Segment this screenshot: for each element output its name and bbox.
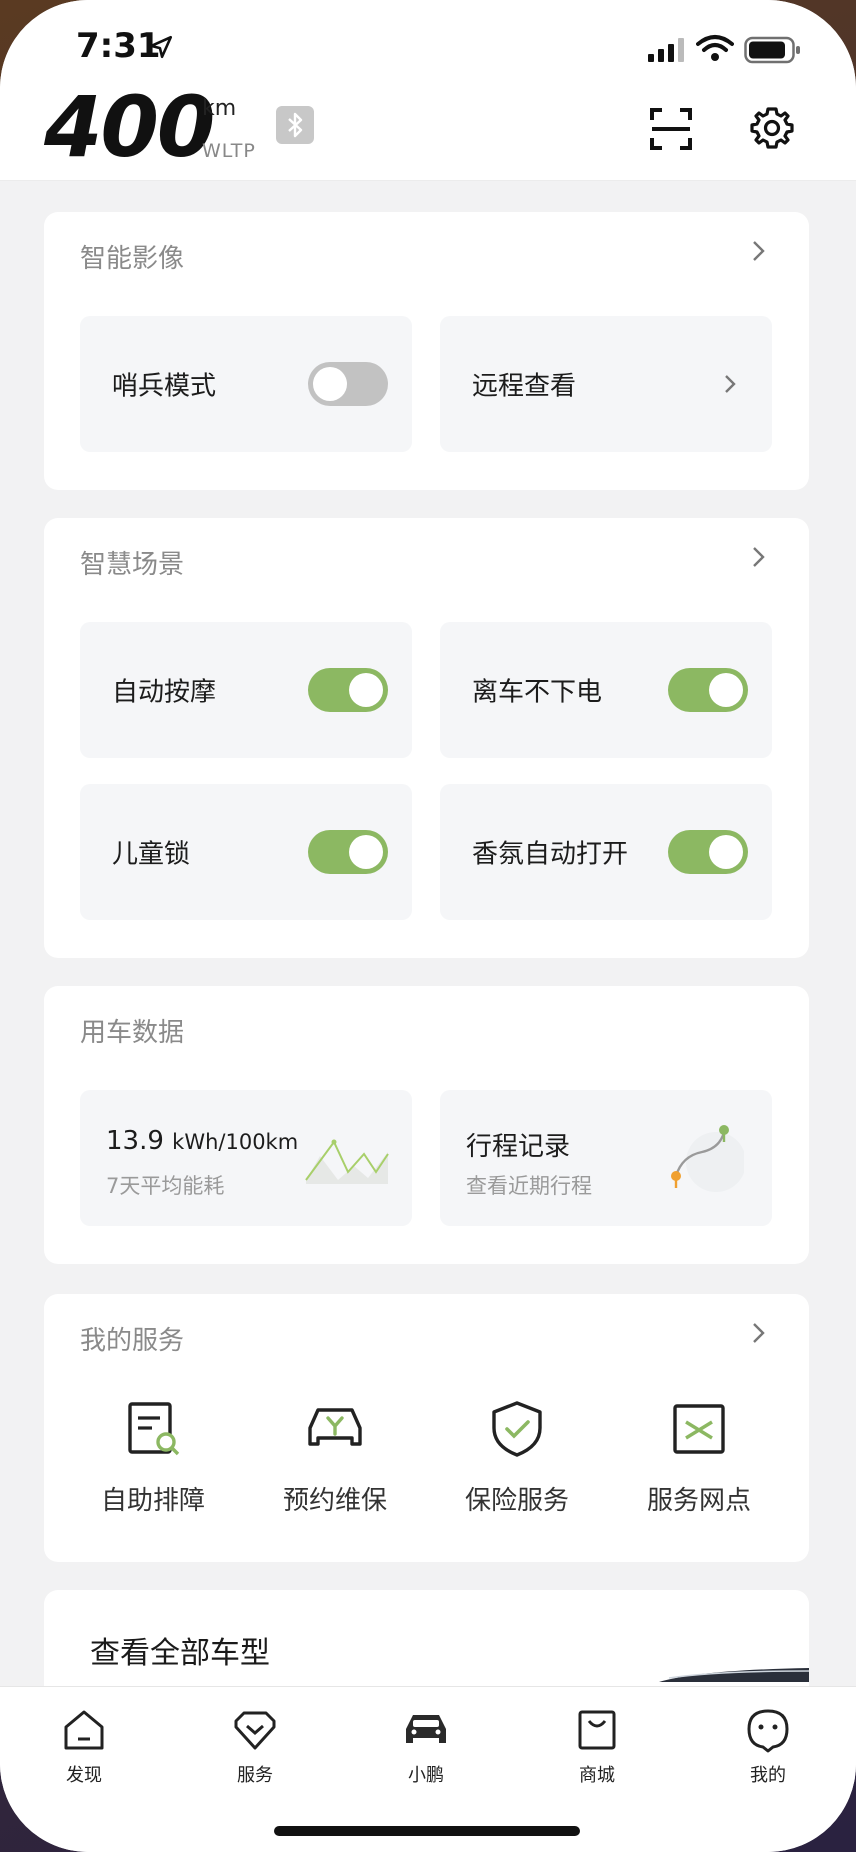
shield-check-icon: [492, 1401, 542, 1457]
location-arrow-icon: [149, 35, 173, 59]
toggle-knob: [709, 835, 743, 869]
tab-xiaopeng[interactable]: 小鹏: [376, 1707, 476, 1787]
all-models-title: 查看全部车型: [90, 1636, 270, 1671]
toggle-knob: [313, 367, 347, 401]
tab-mall-label: 商城: [579, 1765, 615, 1786]
remote-view-tile[interactable]: 远程查看: [440, 316, 772, 452]
chevron-right-icon[interactable]: [747, 546, 769, 568]
smart-imaging-card: 智能影像 哨兵模式 远程查看: [44, 212, 809, 490]
sentry-mode-tile: 哨兵模式: [80, 316, 412, 452]
car-image-preview: [659, 1668, 809, 1682]
remote-view-label: 远程查看: [472, 371, 577, 402]
service-troubleshoot[interactable]: 自助排障: [78, 1400, 228, 1517]
chevron-right-icon[interactable]: [747, 1322, 769, 1344]
service-maintenance[interactable]: 预约维保: [260, 1400, 410, 1517]
toggle-knob: [349, 835, 383, 869]
trip-records-label: 行程记录: [466, 1132, 571, 1162]
tab-profile-label: 我的: [750, 1765, 786, 1786]
energy-value-line: 13.9 kWh/100km: [106, 1126, 298, 1156]
child-lock-label: 儿童锁: [112, 839, 191, 870]
signal-icon: [648, 38, 684, 62]
toggle-knob: [349, 673, 383, 707]
my-services-card: 我的服务 自助排障 预约维保 保险服务 服务网点: [44, 1294, 809, 1562]
route-map-icon: [671, 1125, 744, 1192]
trip-records-tile[interactable]: 行程记录 查看近期行程: [440, 1090, 772, 1226]
range-unit: km: [202, 96, 237, 121]
service-stations-label: 服务网点: [646, 1486, 751, 1516]
child-lock-tile: 儿童锁: [80, 784, 412, 920]
energy-sparkline-icon: [305, 1139, 389, 1184]
fragrance-auto-toggle[interactable]: [668, 830, 748, 874]
chevron-right-icon: [725, 375, 736, 393]
troubleshoot-icon: [128, 1402, 180, 1456]
fragrance-auto-label: 香氛自动打开: [472, 839, 629, 870]
sentry-mode-label: 哨兵模式: [112, 371, 217, 402]
bluetooth-icon: [288, 112, 303, 138]
service-station-icon: [673, 1404, 725, 1454]
service-troubleshoot-label: 自助排障: [100, 1486, 205, 1516]
tab-xiaopeng-label: 小鹏: [408, 1765, 444, 1786]
usage-data-card: 用车数据 13.9 kWh/100km 7天平均能耗 行程记录 查看近期行程: [44, 986, 809, 1264]
chevron-right-icon[interactable]: [747, 240, 769, 262]
energy-value: 13.9: [106, 1126, 164, 1156]
smart-scenes-card: 智慧场景 自动按摩 离车不下电 儿童锁 香氛自动打开: [44, 518, 809, 958]
service-stations[interactable]: 服务网点: [624, 1400, 774, 1517]
profile-face-icon: [747, 1709, 789, 1753]
my-services-title: 我的服务: [80, 1326, 185, 1356]
smart-scenes-title: 智慧场景: [80, 550, 185, 580]
tab-profile[interactable]: 我的: [718, 1707, 818, 1787]
keep-power-label: 离车不下电: [472, 677, 603, 708]
range-standard: WLTP: [202, 140, 256, 162]
car-wrench-icon: [308, 1408, 362, 1446]
home-indicator[interactable]: [274, 1826, 580, 1836]
bluetooth-status-badge[interactable]: [276, 106, 314, 144]
toggle-knob: [709, 673, 743, 707]
shopping-bag-icon: [578, 1710, 616, 1750]
auto-massage-label: 自动按摩: [112, 677, 217, 708]
keep-power-tile: 离车不下电: [440, 622, 772, 758]
energy-caption: 7天平均能耗: [106, 1174, 225, 1198]
wifi-icon: [696, 35, 734, 61]
settings-gear-icon[interactable]: [750, 106, 794, 150]
scan-icon[interactable]: [650, 108, 692, 150]
heart-badge-icon: [234, 1711, 276, 1750]
header-bar: 7:31 400 km WLTP: [0, 0, 856, 181]
phone-screen: 7:31 400 km WLTP 智能影像 哨兵模式 远程查看 智慧场景 自动按…: [0, 0, 856, 1852]
keep-power-toggle[interactable]: [668, 668, 748, 712]
tab-service-label: 服务: [237, 1765, 273, 1786]
fragrance-auto-tile: 香氛自动打开: [440, 784, 772, 920]
usage-data-title: 用车数据: [80, 1018, 185, 1048]
battery-icon: [744, 36, 800, 64]
tab-discover[interactable]: 发现: [34, 1707, 134, 1787]
range-value: 400: [44, 78, 215, 176]
tab-mall[interactable]: 商城: [547, 1707, 647, 1787]
smart-imaging-title: 智能影像: [80, 244, 185, 274]
tab-service[interactable]: 服务: [205, 1707, 305, 1787]
service-insurance-label: 保险服务: [464, 1486, 569, 1516]
tab-discover-label: 发现: [66, 1765, 102, 1786]
trip-records-caption: 查看近期行程: [466, 1174, 592, 1198]
child-lock-toggle[interactable]: [308, 830, 388, 874]
car-icon: [406, 1715, 446, 1743]
auto-massage-tile: 自动按摩: [80, 622, 412, 758]
energy-unit: kWh/100km: [172, 1130, 299, 1154]
service-maintenance-label: 预约维保: [282, 1486, 387, 1516]
service-insurance[interactable]: 保险服务: [442, 1400, 592, 1517]
sentry-mode-toggle[interactable]: [308, 362, 388, 406]
energy-consumption-tile[interactable]: 13.9 kWh/100km 7天平均能耗: [80, 1090, 412, 1226]
home-icon: [64, 1710, 104, 1750]
auto-massage-toggle[interactable]: [308, 668, 388, 712]
